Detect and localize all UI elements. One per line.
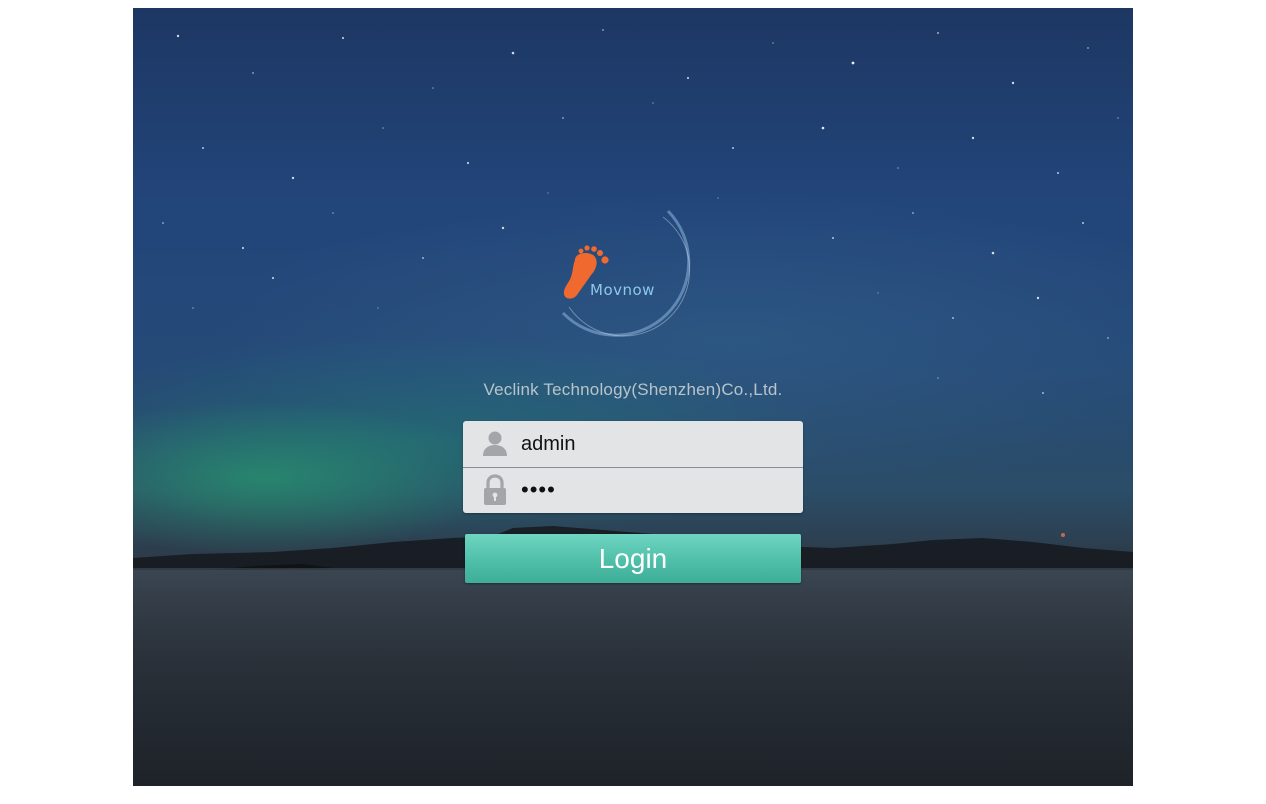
company-name: Veclink Technology(Shenzhen)Co.,Ltd. [483,380,783,399]
user-icon [483,431,507,456]
movnow-logo: Movnow [561,209,691,337]
password-input[interactable] [521,473,791,507]
username-input[interactable] [521,427,791,461]
lock-icon [484,474,506,505]
password-field [463,467,803,513]
login-background: Movnow Veclink Technology(Shenzhen)Co.,L… [133,8,1133,786]
login-form [463,421,803,513]
movnow-logo-text: Movnow [590,281,655,299]
login-button[interactable]: Login [465,534,801,583]
username-field [463,421,803,468]
lake-reflection [133,568,1133,786]
